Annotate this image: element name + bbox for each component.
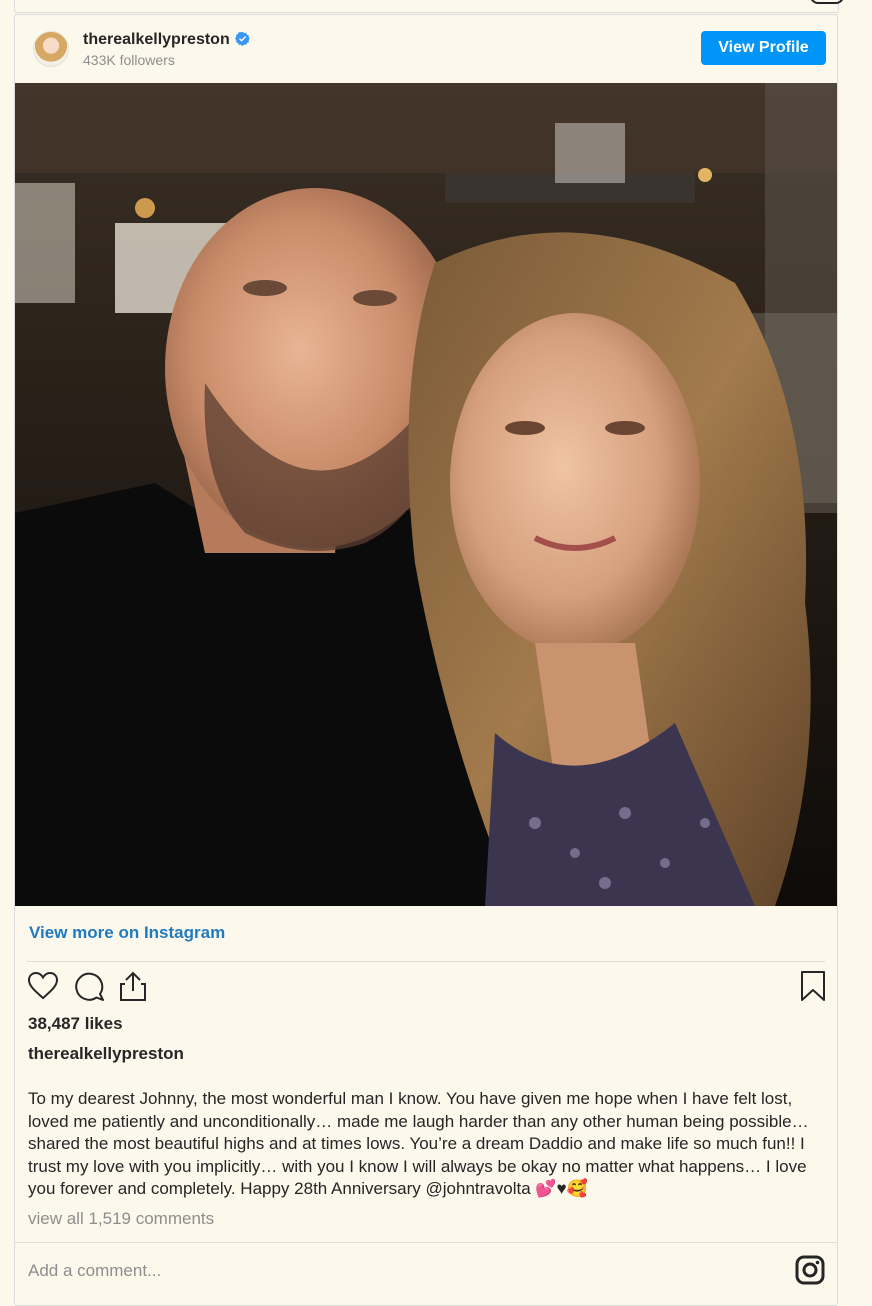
share-icon[interactable]: [117, 970, 149, 1002]
view-comments-link[interactable]: view all 1,519 comments: [28, 1209, 214, 1229]
view-profile-button[interactable]: View Profile: [701, 31, 826, 65]
comment-icon[interactable]: [73, 970, 105, 1002]
divider: [15, 1242, 837, 1243]
previous-embed-edge: [14, 0, 844, 13]
previous-embed-icon-edge: [810, 0, 844, 4]
username-link[interactable]: therealkellypreston: [83, 31, 250, 49]
heart-icon[interactable]: [27, 970, 59, 1002]
bookmark-icon[interactable]: [799, 970, 827, 1002]
follower-count: 433K followers: [83, 52, 175, 68]
instagram-embed: therealkellypreston 433K followers View …: [14, 14, 838, 1306]
caption-username[interactable]: therealkellypreston: [28, 1044, 184, 1064]
post-photo-image: [15, 83, 837, 906]
username-text[interactable]: therealkellypreston: [83, 31, 230, 48]
post-caption: To my dearest Johnny, the most wonderful…: [28, 1089, 809, 1198]
post-header: therealkellypreston 433K followers View …: [15, 15, 837, 83]
like-count[interactable]: 38,487 likes: [28, 1014, 123, 1034]
post-photo[interactable]: [15, 83, 837, 906]
divider: [27, 961, 825, 962]
comment-input[interactable]: Add a comment...: [28, 1261, 161, 1281]
view-more-link[interactable]: View more on Instagram: [29, 923, 225, 943]
verified-badge-icon: [234, 31, 250, 46]
instagram-logo-icon[interactable]: [795, 1255, 825, 1285]
avatar[interactable]: [33, 31, 69, 67]
action-bar: [27, 970, 827, 1006]
